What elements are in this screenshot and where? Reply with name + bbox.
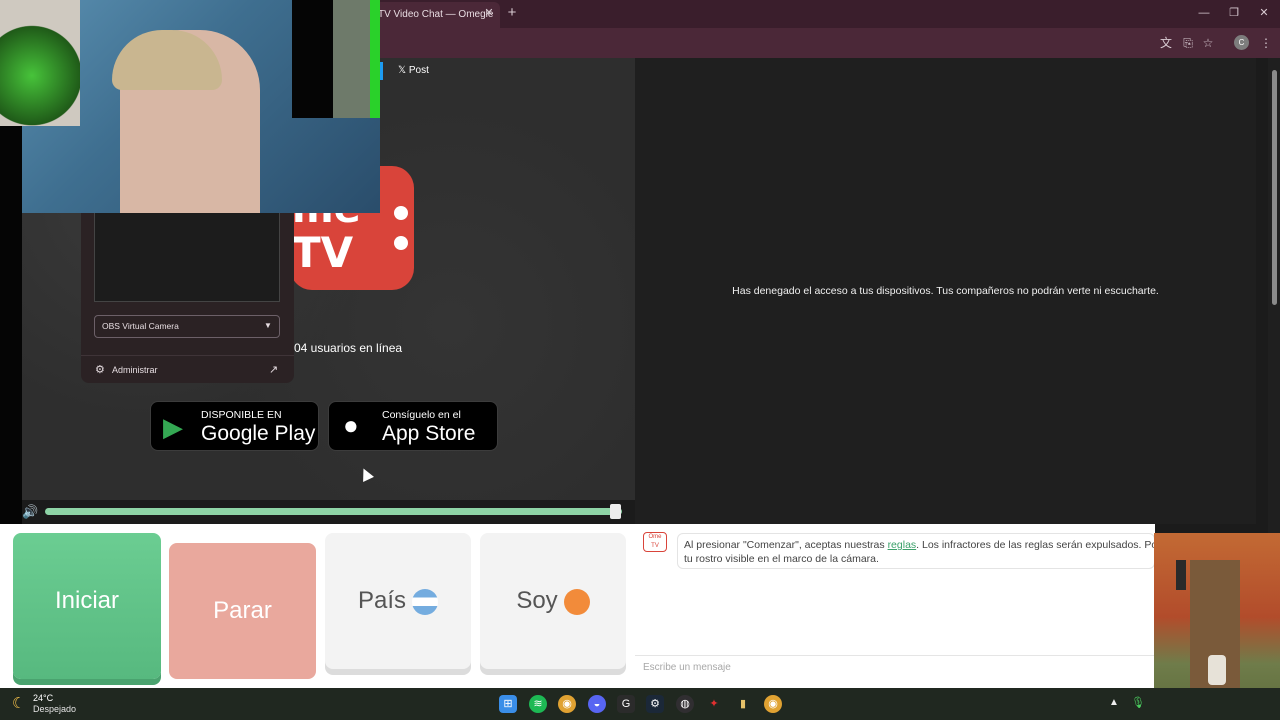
divider <box>81 355 294 356</box>
x-icon: 𝕏 <box>398 65 409 76</box>
bottle-app-icon[interactable]: ▮ <box>734 695 752 713</box>
menu-icon[interactable]: ⋮ <box>1258 35 1274 51</box>
spotify-icon[interactable]: ≋ <box>529 695 547 713</box>
camera-select[interactable]: OBS Virtual Camera <box>94 315 280 338</box>
tray-expand-icon[interactable]: ▲ <box>1109 697 1119 708</box>
notice-line2: tu rostro visible en el marco de la cáma… <box>684 553 879 565</box>
windows-start-icon[interactable]: ⊞ <box>499 695 517 713</box>
logo-dot <box>394 236 408 250</box>
microphone-icon[interactable]: 🎙 <box>1131 696 1145 709</box>
x-post-label: Post <box>408 65 429 76</box>
users-online-count: 04 usuarios en línea <box>294 341 403 355</box>
ometv-chat-logo: Ome TV <box>643 532 667 552</box>
country-button[interactable]: País <box>325 533 471 669</box>
steam-icon[interactable]: ⚙ <box>646 695 664 713</box>
tab-close-icon[interactable]: ✕ <box>482 6 496 20</box>
translate-icon[interactable]: 文 <box>1158 35 1174 51</box>
notice-suffix: . Los infractores de las reglas serán ex… <box>916 539 1154 551</box>
browser-tab[interactable]: TV Video Chat — Omegle <box>370 2 500 28</box>
google-play-small: DISPONIBLE EN <box>201 409 282 421</box>
app-store-small: Consíguelo en el <box>382 409 461 421</box>
weather-description[interactable]: Despejado <box>33 704 76 714</box>
app-store-big: App Store <box>382 422 476 445</box>
google-play-badge[interactable]: ▶ DISPONIBLE EN Google Play <box>150 401 319 451</box>
red-app-icon[interactable]: ✦ <box>705 695 723 713</box>
volume-slider[interactable] <box>45 508 622 515</box>
argentina-flag-icon <box>412 588 439 615</box>
external-link-icon[interactable]: ↗ <box>269 363 278 376</box>
webcam-thumbnail <box>0 0 80 126</box>
minimize-button[interactable]: — <box>1194 5 1214 21</box>
g-app-icon[interactable]: G <box>617 695 635 713</box>
taskbar <box>0 688 1280 720</box>
restore-button[interactable]: ❐ <box>1224 5 1244 21</box>
chrome-icon[interactable]: ◉ <box>558 695 576 713</box>
stop-button[interactable]: Parar <box>169 543 316 679</box>
country-label: País <box>357 587 407 614</box>
obs-icon[interactable]: ◍ <box>676 695 694 713</box>
app-store-badge[interactable]: ● Consíguelo en el App Store <box>328 401 498 451</box>
x-post-button[interactable]: 𝕏 Post <box>390 62 442 80</box>
rules-notice: Al presionar "Comenzar", aceptas nuestra… <box>677 533 1155 569</box>
rules-link[interactable]: reglas <box>888 539 917 551</box>
discord-icon[interactable]: ◒ <box>588 695 606 713</box>
camera-preview <box>94 212 280 302</box>
game-signal <box>1176 560 1186 590</box>
volume-knob[interactable] <box>610 504 622 519</box>
logo-text-bottom: TV <box>292 228 354 277</box>
gender-button[interactable]: Soy <box>480 533 626 669</box>
notice-prefix: Al presionar "Comenzar", aceptas nuestra… <box>684 539 888 551</box>
boy-emoji-icon <box>563 588 590 615</box>
overlay-black <box>292 0 334 118</box>
manage-button[interactable]: Administrar <box>112 365 158 375</box>
new-tab-button[interactable]: + <box>504 5 520 21</box>
overlay-green-bar <box>370 0 380 118</box>
start-button[interactable]: Iniciar <box>13 533 161 679</box>
profile-avatar[interactable]: C <box>1234 35 1249 50</box>
google-play-big: Google Play <box>201 422 316 445</box>
gender-label: Soy <box>516 587 558 614</box>
chrome-active-icon[interactable]: ◉ <box>764 695 782 713</box>
game-runner <box>1208 655 1226 685</box>
divider <box>635 655 1155 656</box>
logo-dot <box>394 206 408 220</box>
apple-icon: ● <box>343 410 359 440</box>
star-icon[interactable]: ☆ <box>1200 35 1216 51</box>
google-play-icon: ▶ <box>163 412 183 442</box>
message-input[interactable]: Escribe un mensaje <box>643 662 731 673</box>
device-denied-message: Has denegado el acceso a tus dispositivo… <box>732 285 1159 297</box>
close-window-button[interactable]: ✕ <box>1254 5 1274 21</box>
caret-down-icon: ▼ <box>264 321 272 330</box>
gear-icon: ⚙ <box>95 364 105 376</box>
moon-icon[interactable]: ☾ <box>12 694 25 712</box>
cast-icon[interactable]: ⎘ <box>1180 35 1196 51</box>
weather-temperature[interactable]: 24°C <box>33 693 53 703</box>
tab-title: TV Video Chat — Omegle <box>378 9 494 20</box>
scrollbar-thumb[interactable] <box>1272 70 1277 305</box>
volume-icon[interactable]: 🔊 <box>22 504 38 520</box>
